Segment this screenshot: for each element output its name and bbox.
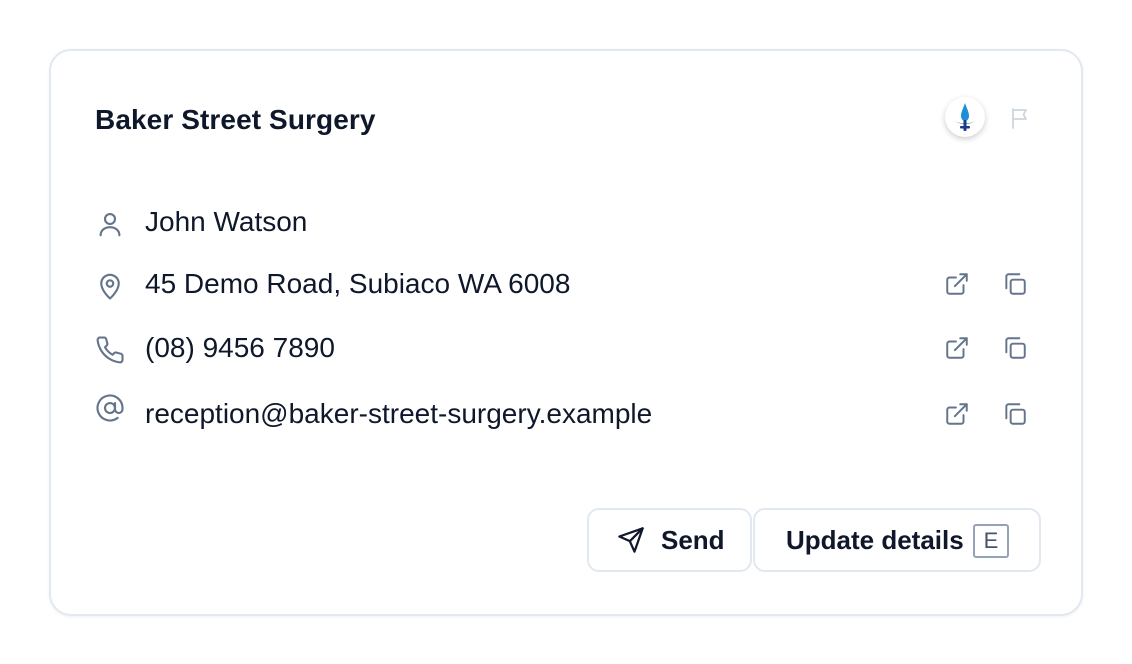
user-icon xyxy=(95,209,125,239)
send-icon xyxy=(618,527,644,553)
contact-phone: (08) 9456 7890 xyxy=(145,332,335,363)
contact-name-row: John Watson xyxy=(51,201,1081,241)
at-sign-icon xyxy=(95,393,125,423)
open-email-external-icon[interactable] xyxy=(942,399,972,429)
contact-card: Baker Street Surgery John Watson 45 Demo… xyxy=(49,49,1083,616)
phone-icon xyxy=(95,335,125,365)
update-details-label: Update details xyxy=(786,524,964,555)
flag-icon[interactable] xyxy=(1009,106,1033,130)
practice-logo-icon xyxy=(945,97,985,137)
call-phone-external-icon[interactable] xyxy=(942,333,972,363)
card-title: Baker Street Surgery xyxy=(95,104,376,135)
update-details-button[interactable]: Update details E xyxy=(753,508,1041,572)
copy-address-icon[interactable] xyxy=(1000,269,1030,299)
send-button-label: Send xyxy=(661,524,725,555)
contact-email-row: reception@baker-street-surgery.example xyxy=(51,393,1081,433)
contact-email: reception@baker-street-surgery.example xyxy=(145,398,653,429)
copy-email-icon[interactable] xyxy=(1000,399,1030,429)
open-address-external-icon[interactable] xyxy=(942,269,972,299)
map-pin-icon xyxy=(95,271,125,301)
send-button[interactable]: Send xyxy=(587,508,752,572)
contact-phone-row: (08) 9456 7890 xyxy=(51,327,1081,367)
contact-address: 45 Demo Road, Subiaco WA 6008 xyxy=(145,268,571,299)
copy-phone-icon[interactable] xyxy=(1000,333,1030,363)
contact-name: John Watson xyxy=(145,206,308,237)
contact-address-row: 45 Demo Road, Subiaco WA 6008 xyxy=(51,263,1081,303)
keyboard-shortcut-badge: E xyxy=(973,524,1009,558)
